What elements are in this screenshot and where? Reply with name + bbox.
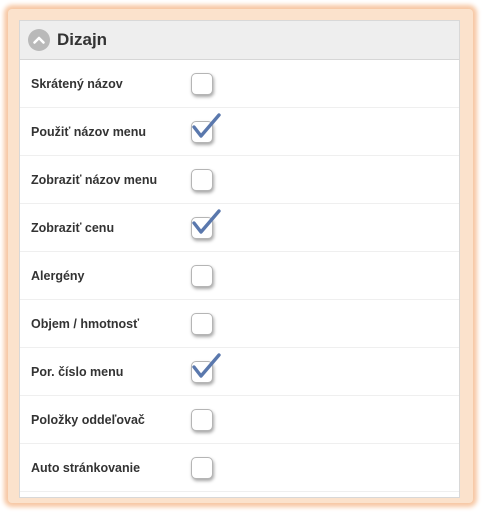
option-row: Položky oddeľovač (20, 396, 459, 444)
option-checkbox[interactable] (191, 312, 213, 335)
checkmark-icon (192, 352, 221, 378)
option-label: Použiť názov menu (31, 124, 147, 139)
option-checkbox[interactable] (191, 208, 221, 239)
option-label: Zobraziť cenu (31, 220, 115, 235)
option-row: Alergény (20, 252, 459, 300)
option-label: Auto stránkovanie (31, 460, 141, 475)
chevron-up-icon[interactable] (28, 29, 50, 51)
checkmark-icon (192, 208, 221, 234)
options-list: Skrátený názov Použiť názov menu Zobrazi… (20, 60, 459, 492)
option-label: Zobraziť názov menu (31, 172, 158, 187)
checkmark-icon (192, 112, 221, 138)
option-row: Zobraziť cenu (20, 204, 459, 252)
option-row: Por. číslo menu (20, 348, 459, 396)
option-checkbox[interactable] (191, 264, 213, 287)
option-row: Zobraziť názov menu (20, 156, 459, 204)
option-row: Auto stránkovanie (20, 444, 459, 492)
option-label: Skrátený názov (31, 76, 123, 91)
option-checkbox[interactable] (191, 456, 213, 479)
option-label: Por. číslo menu (31, 364, 124, 379)
design-panel: Dizajn Skrátený názov Použiť názov menu … (19, 20, 460, 498)
option-checkbox[interactable] (191, 72, 213, 95)
option-row: Použiť názov menu (20, 108, 459, 156)
option-checkbox[interactable] (191, 352, 221, 383)
option-checkbox[interactable] (191, 408, 213, 431)
option-label: Objem / hmotnosť (31, 316, 140, 331)
option-label: Položky oddeľovač (31, 412, 145, 427)
panel-title: Dizajn (57, 30, 108, 49)
option-row: Skrátený názov (20, 60, 459, 108)
panel-header: Dizajn (20, 21, 459, 60)
option-checkbox[interactable] (191, 168, 213, 191)
option-row: Objem / hmotnosť (20, 300, 459, 348)
option-label: Alergény (31, 268, 85, 283)
option-checkbox[interactable] (191, 112, 221, 143)
